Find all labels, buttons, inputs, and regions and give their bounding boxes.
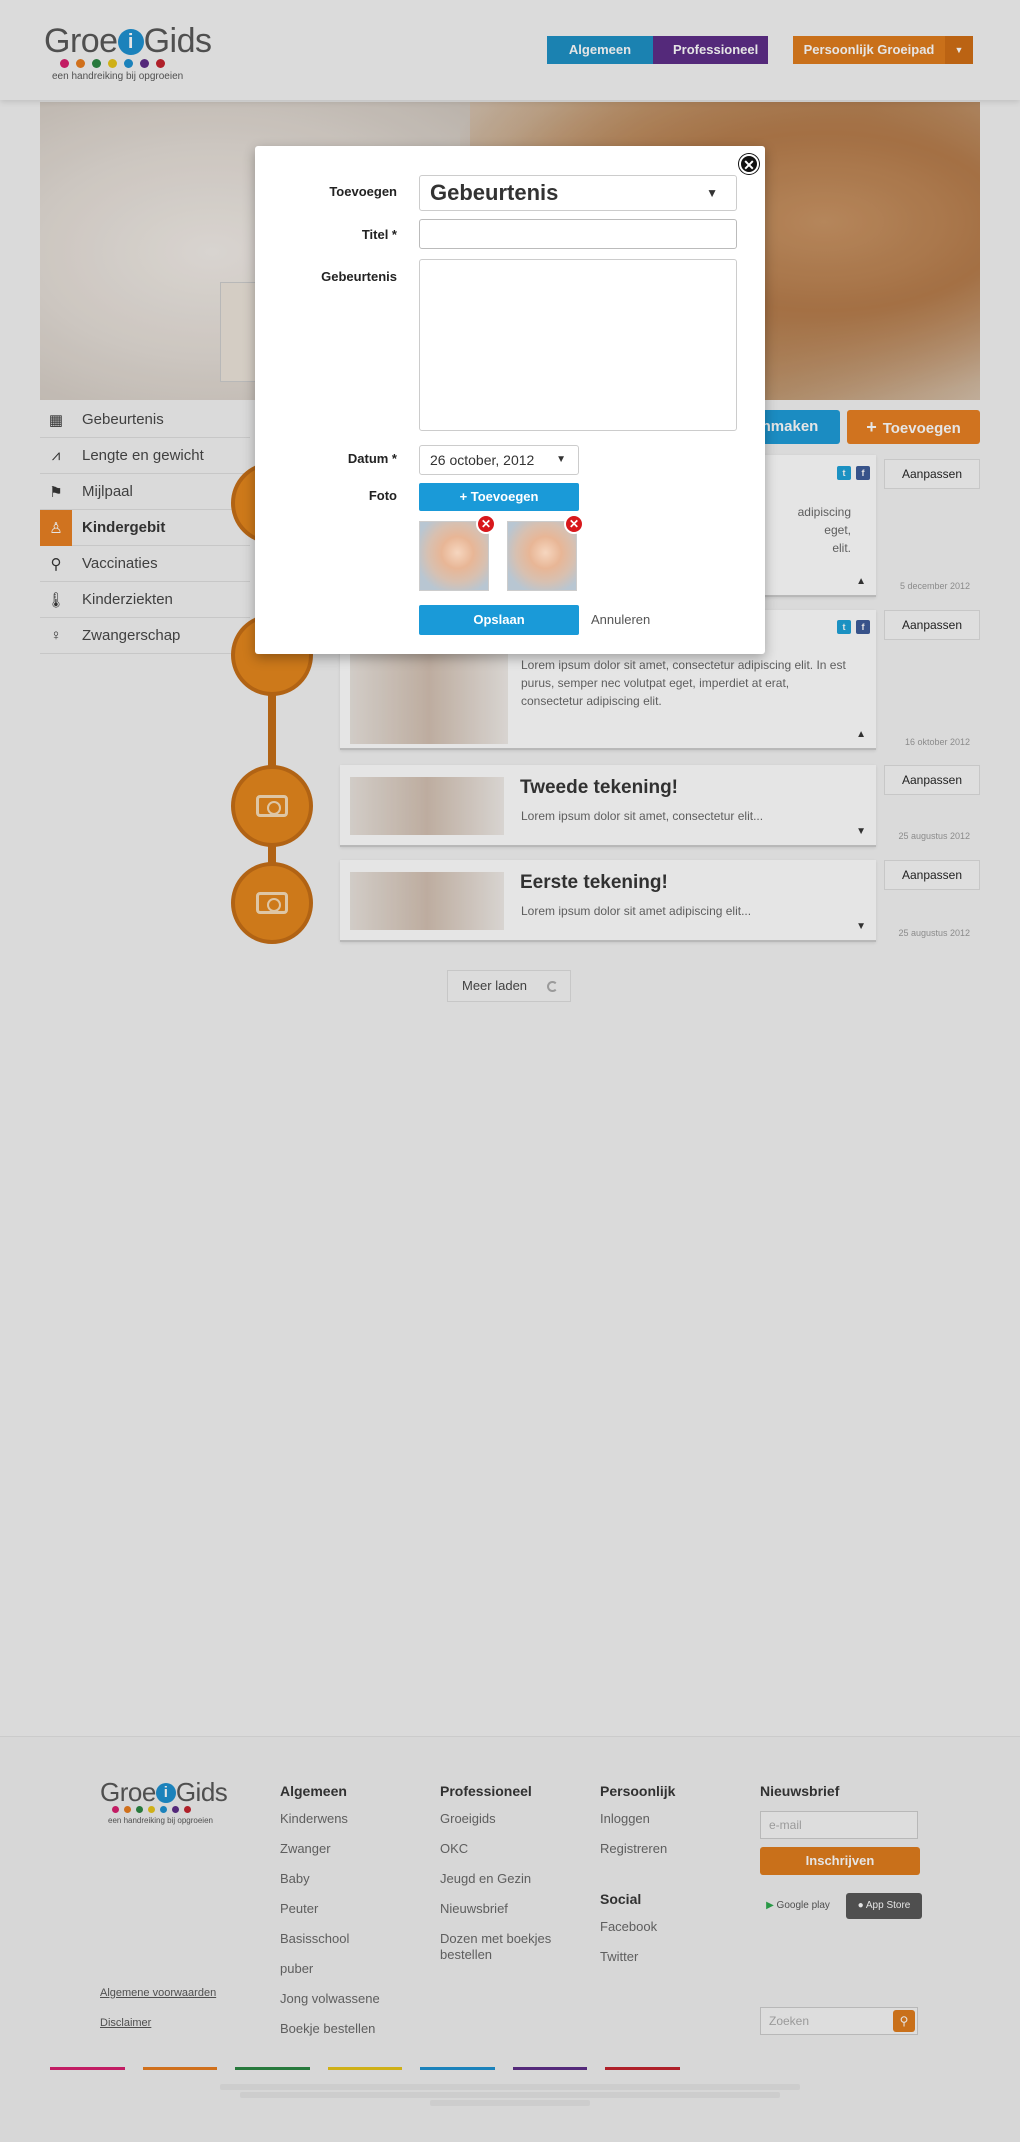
save-button[interactable]: Opslaan (419, 605, 579, 635)
type-label: Toevoegen (329, 184, 397, 199)
add-event-modal: ✕ Toevoegen Gebeurtenis ▼ Titel * Gebeur… (255, 146, 765, 654)
photo-thumbnail: ✕ (419, 514, 496, 591)
photo-thumbnail: ✕ (507, 514, 584, 591)
title-label: Titel * (361, 227, 397, 242)
remove-photo-icon[interactable]: ✕ (564, 514, 584, 534)
add-photo-button[interactable]: + Toevoegen (419, 483, 579, 511)
remove-photo-icon[interactable]: ✕ (476, 514, 496, 534)
chevron-down-icon: ▼ (706, 186, 718, 200)
type-select-value: Gebeurtenis (430, 180, 559, 205)
date-select-value: 26 october, 2012 (430, 452, 535, 468)
chevron-down-icon: ▼ (556, 454, 566, 465)
date-select[interactable]: 26 october, 2012 ▼ (419, 445, 579, 475)
event-body-textarea[interactable] (419, 259, 737, 431)
event-body-label: Gebeurtenis (321, 269, 397, 284)
type-select[interactable]: Gebeurtenis ▼ (419, 175, 737, 211)
photo-label: Foto (368, 488, 397, 503)
title-input[interactable] (419, 219, 737, 249)
close-icon[interactable]: ✕ (739, 154, 759, 174)
cancel-link[interactable]: Annuleren (591, 612, 650, 627)
date-label: Datum * (347, 451, 397, 466)
